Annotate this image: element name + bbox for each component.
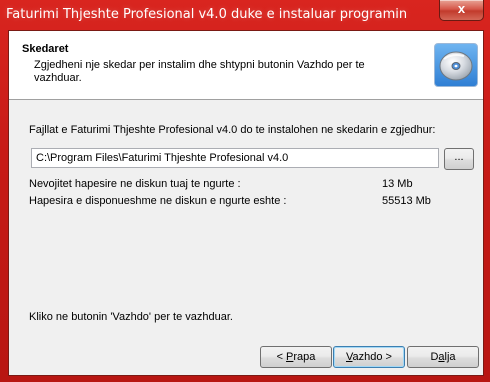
window-title: Faturimi Thjeshte Profesional v4.0 duke … — [6, 7, 408, 22]
browse-button[interactable]: ... — [444, 148, 474, 170]
dialog-client-area: Skedaret Zgjedheni nje skedar per instal… — [8, 30, 484, 376]
exit-button[interactable]: Dalja — [407, 346, 479, 368]
back-button[interactable]: < Prapa — [260, 346, 332, 368]
back-button-rest: rapa — [293, 351, 316, 363]
install-path-input[interactable] — [31, 148, 439, 168]
installer-window: Faturimi Thjeshte Profesional v4.0 duke … — [0, 0, 490, 382]
install-info-text: Fajllat e Faturimi Thjeshte Profesional … — [29, 124, 436, 136]
cd-disc-icon — [434, 43, 478, 87]
close-icon: x — [457, 1, 466, 16]
available-space-value: 55513 Mb — [382, 195, 431, 207]
next-button-rest: azhdo > — [352, 351, 392, 363]
required-space-label: Nevojitet hapesire ne diskun tuaj te ngu… — [29, 178, 241, 190]
required-space-value: 13 Mb — [382, 178, 413, 190]
wizard-header: Skedaret Zgjedheni nje skedar per instal… — [9, 31, 483, 100]
exit-button-rest: lja — [444, 351, 456, 363]
back-button-prefix: < — [276, 351, 287, 363]
close-button[interactable]: x — [439, 0, 484, 21]
available-space-label: Hapesira e disponueshme ne diskun e ngur… — [29, 195, 287, 207]
page-title: Skedaret — [22, 43, 69, 55]
continue-hint: Kliko ne butonin 'Vazhdo' per te vazhdua… — [29, 311, 233, 323]
next-button[interactable]: Vazhdo > — [333, 346, 405, 368]
title-bar[interactable]: Faturimi Thjeshte Profesional v4.0 duke … — [0, 0, 490, 30]
page-description: Zgjedheni nje skedar per instalim dhe sh… — [34, 59, 365, 84]
